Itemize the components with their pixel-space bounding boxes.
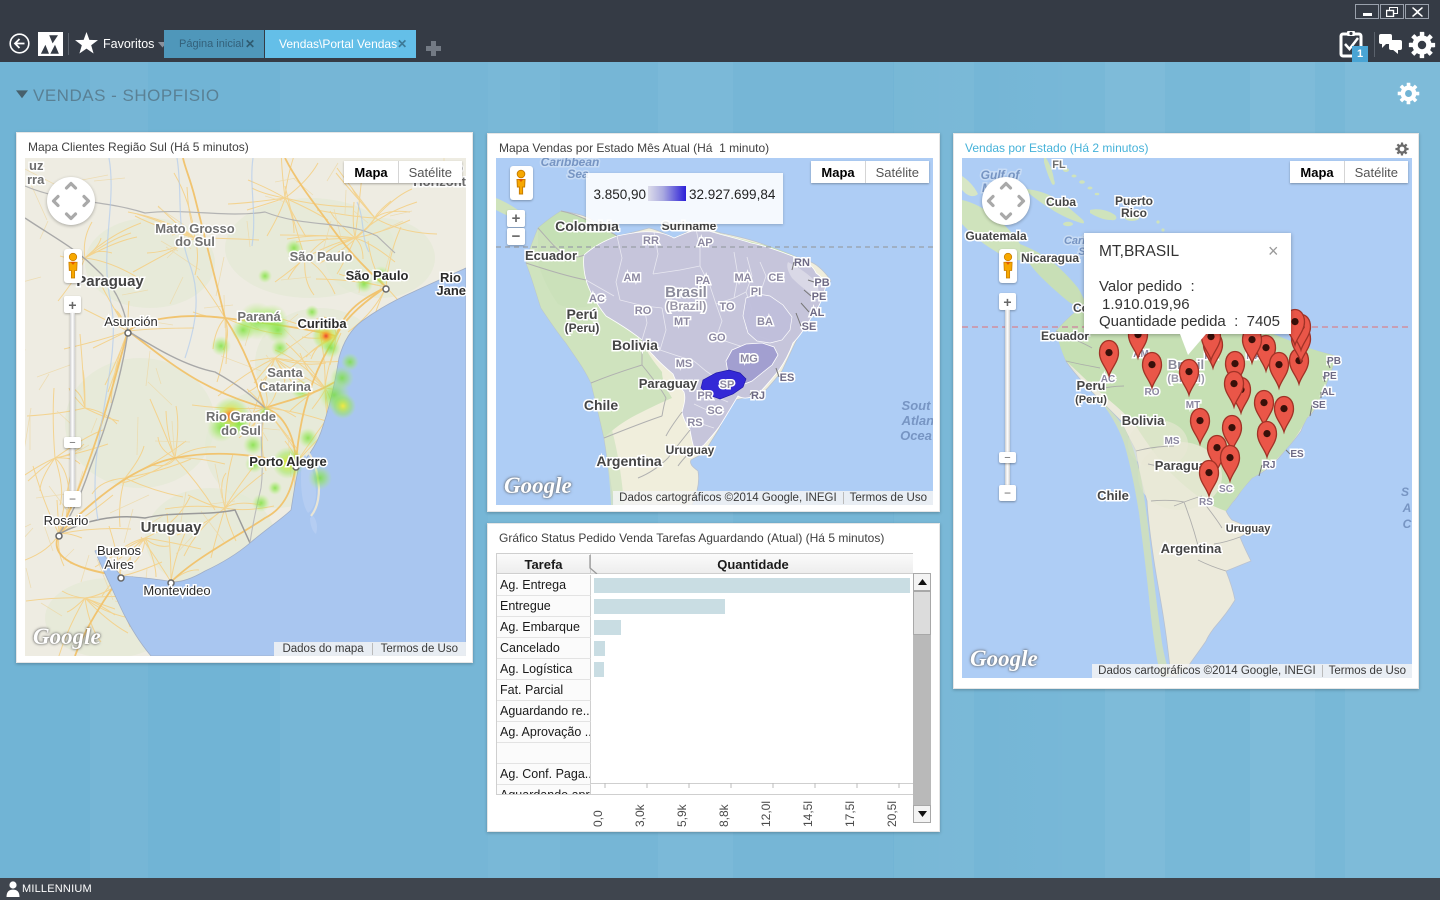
svg-text:Ocea: Ocea (900, 428, 932, 443)
svg-text:0,0: 0,0 (591, 810, 605, 827)
svg-text:SE: SE (802, 321, 817, 333)
svg-text:rra: rra (27, 172, 45, 187)
svg-text:São Paulo: São Paulo (346, 268, 409, 283)
svg-text:20,5l: 20,5l (885, 801, 899, 827)
svg-text:Santa: Santa (267, 365, 303, 380)
svg-text:AL: AL (1321, 387, 1334, 398)
svg-text:12,0l: 12,0l (759, 801, 773, 827)
svg-text:(Peru): (Peru) (1075, 394, 1107, 406)
svg-text:RS: RS (687, 417, 702, 429)
svg-text:Chile: Chile (584, 397, 618, 413)
svg-text:RN: RN (794, 257, 810, 269)
svg-text:S: S (1401, 485, 1409, 499)
svg-text:A: A (1402, 501, 1412, 515)
svg-text:5,9k: 5,9k (675, 803, 689, 827)
svg-text:AC: AC (1101, 374, 1115, 385)
svg-text:8,8k: 8,8k (717, 803, 731, 827)
svg-text:do Sul: do Sul (221, 423, 261, 438)
svg-text:3,0k: 3,0k (633, 803, 647, 827)
svg-text:Uruguay: Uruguay (666, 443, 715, 457)
svg-text:PE: PE (812, 291, 827, 303)
svg-text:RR: RR (643, 235, 659, 247)
svg-text:Uruguay: Uruguay (141, 519, 203, 536)
svg-text:PA: PA (696, 275, 711, 287)
svg-text:RS: RS (1199, 497, 1213, 508)
svg-text:MT: MT (674, 316, 690, 328)
svg-text:do Sul: do Sul (175, 234, 215, 249)
svg-text:Asunción: Asunción (104, 314, 157, 329)
svg-text:14,5l: 14,5l (801, 801, 815, 827)
svg-text:Argentina: Argentina (596, 453, 662, 469)
svg-text:MS: MS (1165, 436, 1180, 447)
svg-text:Paraguay: Paraguay (639, 376, 698, 391)
svg-text:Rico: Rico (1121, 206, 1147, 220)
svg-text:PR: PR (697, 390, 712, 402)
svg-text:RJ: RJ (1263, 460, 1276, 471)
svg-text:MA: MA (734, 272, 751, 284)
svg-text:TO: TO (719, 301, 735, 313)
svg-text:PB: PB (814, 277, 829, 289)
svg-text:Ecuador: Ecuador (1041, 329, 1089, 343)
svg-text:SC: SC (707, 405, 722, 417)
svg-text:Buenos: Buenos (97, 543, 142, 558)
svg-text:FL: FL (1052, 159, 1066, 171)
svg-text:AC: AC (589, 293, 605, 305)
svg-text:CE: CE (768, 272, 783, 284)
svg-text:AP: AP (697, 237, 712, 249)
svg-text:Argentina: Argentina (1161, 541, 1222, 556)
svg-text:Curitiba: Curitiba (297, 316, 347, 331)
svg-text:PI: PI (751, 286, 761, 298)
svg-text:SC: SC (1219, 484, 1233, 495)
svg-text:Nicaragua: Nicaragua (1021, 251, 1079, 265)
svg-text:Paraguay: Paraguay (76, 273, 144, 290)
svg-text:Atlant: Atlant (901, 413, 933, 428)
svg-text:Jane: Jane (436, 283, 466, 298)
svg-text:PE: PE (1323, 371, 1337, 382)
svg-text:(Peru): (Peru) (565, 321, 600, 335)
svg-text:MG: MG (740, 353, 758, 365)
svg-text:uz: uz (29, 158, 44, 173)
svg-text:Ecuador: Ecuador (525, 248, 577, 263)
svg-text:Sout: Sout (902, 398, 932, 413)
svg-text:Catarina: Catarina (259, 379, 312, 394)
svg-text:GO: GO (708, 332, 726, 344)
svg-text:Porto Alegre: Porto Alegre (249, 454, 327, 469)
svg-text:São Paulo: São Paulo (290, 249, 353, 264)
svg-text:ES: ES (1290, 449, 1304, 460)
svg-text:Rio Grande: Rio Grande (206, 409, 276, 424)
svg-text:AL: AL (810, 307, 825, 319)
svg-text:Chile: Chile (1097, 488, 1129, 503)
svg-text:ES: ES (780, 372, 795, 384)
svg-text:Perú: Perú (566, 306, 597, 322)
svg-text:SP: SP (720, 379, 735, 391)
svg-text:BA: BA (757, 316, 773, 328)
svg-text:MS: MS (676, 358, 693, 370)
svg-text:Guatemala: Guatemala (965, 229, 1027, 243)
svg-text:Bolivia: Bolivia (1122, 413, 1165, 428)
svg-text:(Brazil): (Brazil) (666, 299, 707, 313)
svg-text:RJ: RJ (751, 390, 765, 402)
svg-text:RO: RO (635, 305, 652, 317)
svg-text:Aires: Aires (104, 557, 134, 572)
svg-text:Montevideo: Montevideo (143, 583, 210, 598)
svg-text:17,5l: 17,5l (843, 801, 857, 827)
svg-text:AM: AM (623, 272, 640, 284)
svg-text:Uruguay: Uruguay (1226, 523, 1272, 535)
svg-text:Bolivia: Bolivia (612, 337, 658, 353)
svg-text:SE: SE (1312, 400, 1326, 411)
svg-text:Cuba: Cuba (1046, 195, 1076, 209)
svg-text:C: C (1403, 517, 1412, 531)
svg-text:Paraná: Paraná (237, 309, 281, 324)
svg-text:Rosario: Rosario (44, 513, 89, 528)
